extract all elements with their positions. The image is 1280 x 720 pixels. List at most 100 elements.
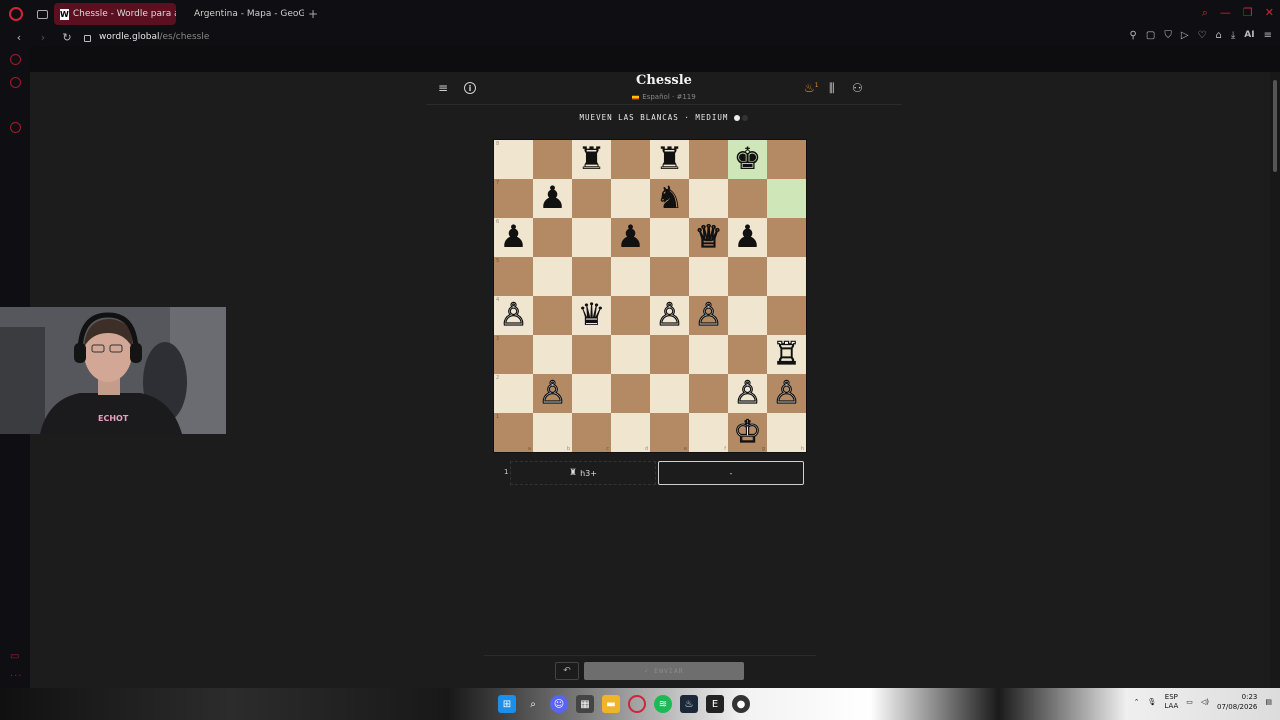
sidebar-battery-icon[interactable]: ▭ bbox=[10, 651, 20, 662]
input-language[interactable]: ESP LAA bbox=[1164, 693, 1178, 711]
wallet-icon[interactable]: ⌂ bbox=[1216, 30, 1222, 41]
profile-icon[interactable]: ⚇ bbox=[852, 81, 863, 95]
forward-button[interactable]: › bbox=[38, 31, 48, 44]
square-c1[interactable]: c bbox=[572, 413, 611, 452]
square-c7[interactable] bbox=[572, 179, 611, 218]
windows-start-icon[interactable]: ⊞ bbox=[498, 695, 516, 713]
steam-icon[interactable]: ♨ bbox=[680, 695, 698, 713]
square-b1[interactable]: b bbox=[533, 413, 572, 452]
square-h6[interactable] bbox=[767, 218, 806, 257]
square-c4[interactable]: ♛ bbox=[572, 296, 611, 335]
close-window-button[interactable]: ✕ bbox=[1265, 6, 1274, 20]
notifications-icon[interactable]: ▤ bbox=[1265, 698, 1272, 706]
square-h5[interactable] bbox=[767, 257, 806, 296]
back-button[interactable]: ‹ bbox=[14, 31, 24, 44]
square-h4[interactable] bbox=[767, 296, 806, 335]
square-e8[interactable]: ♜ bbox=[650, 140, 689, 179]
search-icon[interactable]: ⌕ bbox=[524, 695, 542, 713]
maximize-button[interactable]: ❐ bbox=[1243, 6, 1253, 20]
black-rook-piece[interactable]: ♜ bbox=[578, 144, 606, 175]
ai-button[interactable]: AI bbox=[1244, 30, 1254, 41]
opera-logo-icon[interactable] bbox=[9, 7, 23, 21]
snapshot-icon[interactable]: ▢ bbox=[1146, 30, 1155, 41]
microphone-icon[interactable]: 🎙 bbox=[1148, 698, 1157, 706]
black-knight-piece[interactable]: ♞ bbox=[656, 183, 684, 214]
scrollbar-thumb[interactable] bbox=[1273, 80, 1277, 172]
square-d7[interactable] bbox=[611, 179, 650, 218]
black-queen-piece[interactable]: ♛ bbox=[578, 300, 606, 331]
lock-icon[interactable] bbox=[84, 34, 91, 42]
new-tab-button[interactable]: + bbox=[308, 7, 318, 21]
move-input[interactable]: - bbox=[658, 461, 804, 485]
square-g3[interactable] bbox=[728, 335, 767, 374]
square-b8[interactable] bbox=[533, 140, 572, 179]
black-pawn-piece[interactable]: ♟ bbox=[500, 222, 528, 253]
square-d8[interactable] bbox=[611, 140, 650, 179]
tray-overflow-icon[interactable]: ⌃ bbox=[1134, 698, 1140, 706]
spotify-icon[interactable]: ≋ bbox=[654, 695, 672, 713]
square-d3[interactable] bbox=[611, 335, 650, 374]
square-d1[interactable]: d bbox=[611, 413, 650, 452]
square-a1[interactable]: 1a bbox=[494, 413, 533, 452]
square-d4[interactable] bbox=[611, 296, 650, 335]
square-a5[interactable]: 5 bbox=[494, 257, 533, 296]
square-d5[interactable] bbox=[611, 257, 650, 296]
square-f1[interactable]: f bbox=[689, 413, 728, 452]
white-pawn-piece[interactable]: ♙ bbox=[733, 377, 762, 409]
square-g5[interactable] bbox=[728, 257, 767, 296]
white-pawn-piece[interactable]: ♙ bbox=[538, 377, 567, 409]
square-a8[interactable]: 8 bbox=[494, 140, 533, 179]
sidebar-history-icon[interactable] bbox=[10, 122, 21, 133]
pin-icon[interactable]: ⚲ bbox=[1130, 30, 1137, 41]
square-a6[interactable]: 6 ♟ bbox=[494, 218, 533, 257]
black-pawn-piece[interactable]: ♟ bbox=[617, 222, 645, 253]
tab-chessle[interactable]: W Chessle - Wordle para ajec bbox=[54, 3, 176, 25]
square-e4[interactable]: ♙ bbox=[650, 296, 689, 335]
square-a3[interactable]: 3 bbox=[494, 335, 533, 374]
opera-gx-icon[interactable] bbox=[628, 695, 646, 713]
square-e5[interactable] bbox=[650, 257, 689, 296]
black-king-piece[interactable]: ♚ bbox=[734, 144, 762, 175]
square-h3[interactable]: ♖ bbox=[767, 335, 806, 374]
minimize-button[interactable]: — bbox=[1220, 6, 1231, 20]
square-f4[interactable]: ♙ bbox=[689, 296, 728, 335]
network-icon[interactable]: ▭ bbox=[1186, 698, 1193, 706]
square-d2[interactable] bbox=[611, 374, 650, 413]
square-h8[interactable] bbox=[767, 140, 806, 179]
menu-icon[interactable]: ≡ bbox=[1264, 30, 1272, 41]
clock[interactable]: 0:23 07/08/2026 bbox=[1217, 692, 1257, 712]
square-f5[interactable] bbox=[689, 257, 728, 296]
obs-icon[interactable]: ● bbox=[732, 695, 750, 713]
store-icon[interactable]: ▦ bbox=[576, 695, 594, 713]
tab-manager-icon[interactable] bbox=[37, 9, 48, 19]
sidebar-more-icon[interactable]: ··· bbox=[10, 671, 23, 682]
square-f8[interactable] bbox=[689, 140, 728, 179]
square-g8[interactable]: ♚ bbox=[728, 140, 767, 179]
square-a2[interactable]: 2 bbox=[494, 374, 533, 413]
heart-icon[interactable]: ♡ bbox=[1198, 30, 1207, 41]
url-field[interactable]: wordle.global/es/chessle bbox=[99, 32, 209, 42]
tab-geoguessr[interactable]: Argentina - Mapa - GeoGu bbox=[182, 3, 304, 25]
square-f7[interactable] bbox=[689, 179, 728, 218]
square-h2[interactable]: ♙ bbox=[767, 374, 806, 413]
square-g7[interactable] bbox=[728, 179, 767, 218]
square-b4[interactable] bbox=[533, 296, 572, 335]
square-g1[interactable]: g ♔ bbox=[728, 413, 767, 452]
stats-icon[interactable]: ⫼ bbox=[829, 81, 835, 96]
square-f3[interactable] bbox=[689, 335, 728, 374]
square-h1[interactable]: h bbox=[767, 413, 806, 452]
square-e1[interactable]: e bbox=[650, 413, 689, 452]
square-h7[interactable] bbox=[767, 179, 806, 218]
square-e3[interactable] bbox=[650, 335, 689, 374]
square-b6[interactable] bbox=[533, 218, 572, 257]
discord-icon[interactable]: ☺ bbox=[550, 695, 568, 713]
square-a4[interactable]: 4 ♙ bbox=[494, 296, 533, 335]
black-rook-piece[interactable]: ♜ bbox=[656, 144, 684, 175]
black-pawn-piece[interactable]: ♟ bbox=[539, 183, 567, 214]
streak-flame-icon[interactable]: ♨1 bbox=[804, 81, 819, 95]
square-g4[interactable] bbox=[728, 296, 767, 335]
white-queen-piece[interactable]: ♕ bbox=[694, 221, 723, 253]
volume-icon[interactable]: ◁) bbox=[1201, 698, 1209, 706]
square-b3[interactable] bbox=[533, 335, 572, 374]
square-a7[interactable]: 7 bbox=[494, 179, 533, 218]
